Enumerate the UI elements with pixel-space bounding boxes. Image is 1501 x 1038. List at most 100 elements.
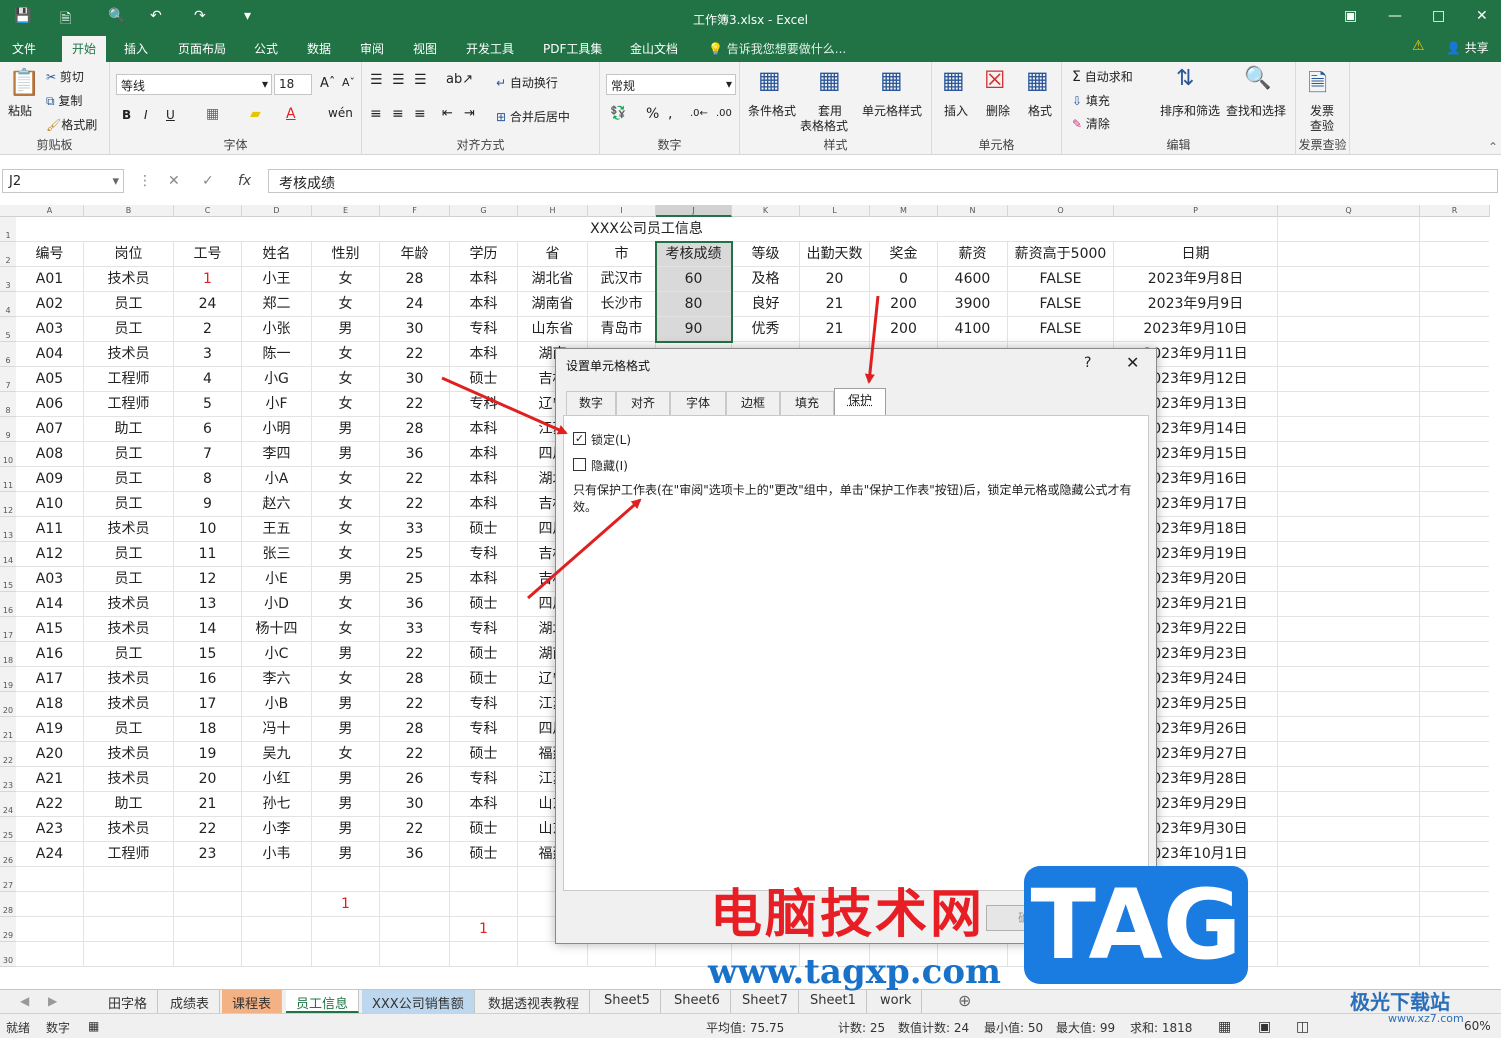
data-cell[interactable]: 硕士 [450, 667, 518, 692]
data-cell[interactable]: A11 [16, 517, 84, 542]
data-cell[interactable]: 21 [174, 792, 242, 817]
data-cell[interactable]: 工程师 [84, 367, 174, 392]
cell[interactable] [174, 867, 242, 892]
data-cell[interactable]: 工程师 [84, 842, 174, 867]
data-cell[interactable]: 4100 [938, 317, 1008, 342]
column-header-B[interactable]: B [84, 205, 174, 217]
row-header-4[interactable]: 4 [0, 292, 16, 317]
cell[interactable] [84, 867, 174, 892]
data-cell[interactable]: 长沙市 [588, 292, 656, 317]
close-icon[interactable]: ✕ [1476, 8, 1488, 24]
column-header-Q[interactable]: Q [1278, 205, 1420, 217]
data-cell[interactable]: 员工 [84, 542, 174, 567]
data-cell[interactable]: 小李 [242, 817, 312, 842]
data-cell[interactable]: 女 [312, 292, 380, 317]
cell[interactable] [1420, 492, 1489, 517]
share-button[interactable]: 👤 共享 [1446, 39, 1489, 56]
currency-icon[interactable]: 💱 [610, 106, 626, 121]
data-cell[interactable]: 员工 [84, 492, 174, 517]
find-select-icon[interactable]: 🔍 [1244, 66, 1271, 91]
cell[interactable] [1420, 867, 1489, 892]
data-cell[interactable]: 21 [800, 292, 870, 317]
data-cell[interactable]: 26 [380, 767, 450, 792]
italic-icon[interactable]: I [144, 108, 148, 122]
data-cell[interactable]: 员工 [84, 717, 174, 742]
format-cells-button[interactable]: 格式 [1028, 102, 1052, 119]
data-cell[interactable]: A24 [16, 842, 84, 867]
column-title-cell[interactable]: 姓名 [242, 242, 312, 267]
tab-review[interactable]: 审阅 [360, 40, 384, 57]
row-header-20[interactable]: 20 [0, 692, 16, 717]
sheet-tab[interactable]: 数据透视表教程 [478, 990, 591, 1013]
data-cell[interactable]: 25 [380, 542, 450, 567]
delete-cells-button[interactable]: 删除 [986, 102, 1010, 119]
cell[interactable] [1278, 792, 1420, 817]
maximize-icon[interactable]: □ [1432, 8, 1445, 24]
row-header-3[interactable]: 3 [0, 267, 16, 292]
cell[interactable] [242, 942, 312, 967]
data-cell[interactable]: 专科 [450, 767, 518, 792]
data-cell[interactable]: 30 [380, 367, 450, 392]
cell[interactable] [16, 917, 84, 942]
wrap-text-button[interactable]: ↵ 自动换行 [496, 74, 558, 91]
data-cell[interactable]: 22 [380, 692, 450, 717]
cell[interactable] [1420, 792, 1489, 817]
data-cell[interactable]: 4600 [938, 267, 1008, 292]
data-cell[interactable]: 3900 [938, 292, 1008, 317]
data-cell[interactable]: 8 [174, 467, 242, 492]
data-cell[interactable]: 21 [800, 317, 870, 342]
data-cell[interactable]: 小红 [242, 767, 312, 792]
data-cell[interactable]: 200 [870, 317, 938, 342]
data-cell[interactable]: 80 [656, 292, 732, 317]
data-cell[interactable]: 男 [312, 817, 380, 842]
tab-formulas[interactable]: 公式 [254, 40, 278, 57]
macro-record-icon[interactable]: ▦ [88, 1019, 99, 1033]
data-cell[interactable]: A02 [16, 292, 84, 317]
align-middle-icon[interactable]: ☰ [392, 72, 405, 88]
data-cell[interactable]: 员工 [84, 292, 174, 317]
data-cell[interactable]: 及格 [732, 267, 800, 292]
tab-developer[interactable]: 开发工具 [466, 40, 514, 57]
cell[interactable] [242, 917, 312, 942]
cell[interactable] [1420, 717, 1489, 742]
data-cell[interactable]: 28 [380, 667, 450, 692]
cell[interactable] [1420, 692, 1489, 717]
data-cell[interactable]: 技术员 [84, 342, 174, 367]
row-header-21[interactable]: 21 [0, 717, 16, 742]
data-cell[interactable]: 男 [312, 767, 380, 792]
data-cell[interactable]: 36 [380, 842, 450, 867]
data-cell[interactable]: 23 [174, 842, 242, 867]
cell[interactable] [1420, 592, 1489, 617]
decrease-indent-icon[interactable]: ⇤ [442, 106, 453, 121]
decrease-decimal-icon[interactable]: .00 [716, 108, 732, 119]
cell[interactable] [1420, 242, 1489, 267]
data-cell[interactable]: 专科 [450, 717, 518, 742]
data-cell[interactable]: 女 [312, 367, 380, 392]
cell[interactable] [450, 892, 518, 917]
data-cell[interactable]: 助工 [84, 792, 174, 817]
data-cell[interactable]: 90 [656, 317, 732, 342]
data-cell[interactable]: 湖北省 [518, 267, 588, 292]
data-cell[interactable]: 15 [174, 642, 242, 667]
data-cell[interactable]: 本科 [450, 342, 518, 367]
data-cell[interactable]: 2023年9月10日 [1114, 317, 1278, 342]
data-cell[interactable]: 本科 [450, 567, 518, 592]
help-icon[interactable]: ? [1084, 355, 1091, 371]
data-cell[interactable]: 11 [174, 542, 242, 567]
data-cell[interactable]: 30 [380, 317, 450, 342]
data-cell[interactable]: A05 [16, 367, 84, 392]
data-cell[interactable]: 7 [174, 442, 242, 467]
sheet-tab[interactable]: XXX公司销售额 [362, 990, 475, 1013]
cell[interactable] [312, 942, 380, 967]
cell-styles-button[interactable]: 单元格样式 [862, 102, 922, 119]
column-title-cell[interactable]: 岗位 [84, 242, 174, 267]
data-cell[interactable]: 小F [242, 392, 312, 417]
data-cell[interactable]: A16 [16, 642, 84, 667]
align-left-icon[interactable]: ≡ [370, 106, 382, 122]
cell[interactable] [1420, 667, 1489, 692]
next-sheet-icon[interactable]: ▶ [48, 994, 57, 1008]
data-cell[interactable]: 杨十四 [242, 617, 312, 642]
data-cell[interactable]: 武汉市 [588, 267, 656, 292]
dialog-close-icon[interactable]: ✕ [1126, 353, 1139, 372]
font-size-select[interactable]: 18 [274, 74, 312, 95]
